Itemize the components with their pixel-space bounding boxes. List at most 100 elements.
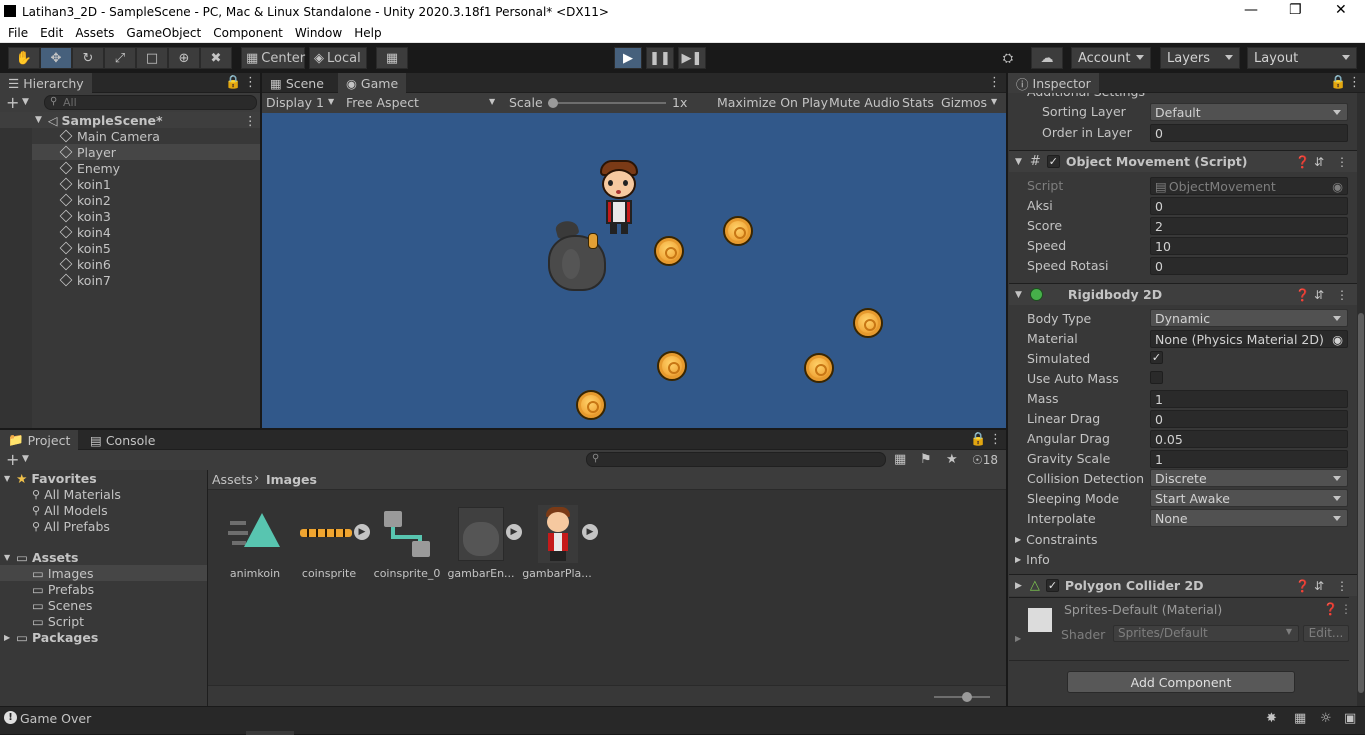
material-field[interactable]: None (Physics Material 2D) ◉ <box>1150 330 1348 348</box>
favorite-all-materials[interactable]: ⚲ All Materials <box>32 486 202 502</box>
kebab-menu-icon[interactable]: ⋮ <box>989 432 1002 447</box>
hidden-packages-toggle[interactable]: ☉18 <box>972 453 998 467</box>
pivot-local-button[interactable]: ◈ Local <box>309 47 367 69</box>
foldout-arrow-icon[interactable]: ▼ <box>1015 157 1022 167</box>
simulated-checkbox[interactable]: ✓ <box>1150 351 1163 364</box>
object-movement-header[interactable]: ▼ # ✓ Object Movement (Script) ❓ ⇵ ⋮ <box>1009 150 1357 172</box>
tab-hierarchy[interactable]: ☰ Hierarchy <box>0 73 92 93</box>
add-dropdown-icon[interactable]: ▼ <box>22 97 29 107</box>
speed-rotasi-field[interactable]: 0 <box>1150 257 1348 275</box>
pivot-center-button[interactable]: ▦ Center <box>241 47 305 69</box>
favorites-section[interactable]: ▼ ★ Favorites <box>4 470 204 486</box>
body-type-dropdown[interactable]: Dynamic <box>1150 309 1348 327</box>
scale-tool-icon[interactable]: ⤢ <box>104 47 136 69</box>
order-in-layer-field[interactable]: 0 <box>1150 124 1348 142</box>
step-button[interactable]: ▶❚ <box>678 47 706 69</box>
use-auto-mass-checkbox[interactable] <box>1150 371 1163 384</box>
menu-component[interactable]: Component <box>207 26 289 40</box>
lock-icon[interactable]: 🔒 <box>1330 75 1346 90</box>
breadcrumb-assets[interactable]: Assets <box>212 472 253 487</box>
game-canvas[interactable] <box>262 113 1006 428</box>
gizmos-toggle[interactable]: Gizmos <box>941 95 987 110</box>
layers-dropdown[interactable]: Layers <box>1160 47 1240 69</box>
expand-sprite-icon[interactable]: ▶ <box>354 524 370 540</box>
hierarchy-item-koin5[interactable]: koin5 <box>59 240 260 256</box>
menu-edit[interactable]: Edit <box>34 26 69 40</box>
breadcrumb-images[interactable]: Images <box>266 472 317 487</box>
sorting-layer-dropdown[interactable]: Default <box>1150 103 1348 121</box>
help-icon[interactable]: ❓ <box>1323 602 1338 616</box>
help-icon[interactable]: ❓ <box>1295 579 1310 593</box>
constraints-foldout[interactable]: ▶ Constraints <box>1015 531 1215 547</box>
icon-size-slider-thumb[interactable] <box>962 692 972 702</box>
add-icon[interactable]: + <box>6 450 19 469</box>
presets-icon[interactable]: ⇵ <box>1314 155 1324 169</box>
tab-scene[interactable]: ▦ Scene <box>262 73 332 93</box>
kebab-menu-icon[interactable]: ⋮ <box>1348 75 1361 90</box>
filter-type-icon[interactable]: ▦ <box>894 452 906 467</box>
component-menu-icon[interactable]: ⋮ <box>1336 288 1348 302</box>
add-component-button[interactable]: Add Component <box>1067 671 1295 693</box>
favorite-all-models[interactable]: ⚲ All Models <box>32 502 202 518</box>
mute-audio-toggle[interactable]: Mute Audio <box>829 95 900 110</box>
add-dropdown-icon[interactable]: ▼ <box>22 454 29 464</box>
minimize-icon[interactable]: — <box>1244 2 1258 18</box>
polygon-collider-header[interactable]: ▶ △ ✓ Polygon Collider 2D ❓ ⇵ ⋮ <box>1009 574 1357 596</box>
hierarchy-item-koin2[interactable]: koin2 <box>59 192 260 208</box>
menu-gameobject[interactable]: GameObject <box>120 26 207 40</box>
folder-images[interactable]: ▭ Images <box>0 565 207 581</box>
component-enabled-checkbox[interactable]: ✓ <box>1046 155 1060 168</box>
auto-generate-lighting-icon[interactable]: ☼ <box>1320 711 1332 726</box>
tab-game[interactable]: ◉ Game <box>338 73 407 93</box>
menu-help[interactable]: Help <box>348 26 387 40</box>
presets-icon[interactable]: ⇵ <box>1314 579 1324 593</box>
menu-file[interactable]: File <box>0 26 34 40</box>
hierarchy-item-enemy[interactable]: Enemy <box>59 160 260 176</box>
inspector-scrollbar[interactable] <box>1357 93 1365 706</box>
rect-tool-icon[interactable]: □ <box>136 47 168 69</box>
hierarchy-item-main-camera[interactable]: Main Camera <box>59 128 260 144</box>
angular-drag-field[interactable]: 0.05 <box>1150 430 1348 448</box>
close-icon[interactable]: ✕ <box>1335 2 1347 18</box>
hierarchy-item-koin4[interactable]: koin4 <box>59 224 260 240</box>
packages-folder[interactable]: ▶ ▭ Packages <box>4 629 204 645</box>
sleeping-mode-dropdown[interactable]: Start Awake <box>1150 489 1348 507</box>
status-message[interactable]: Game Over <box>20 711 91 726</box>
menu-assets[interactable]: Assets <box>69 26 120 40</box>
favorite-star-icon[interactable]: ★ <box>946 452 958 467</box>
add-icon[interactable]: + <box>6 93 19 112</box>
gizmos-dropdown-icon[interactable]: ▼ <box>991 97 997 106</box>
expand-arrow-icon[interactable]: ▼ <box>4 474 10 483</box>
hierarchy-search-input[interactable]: ⚲ All <box>44 95 257 110</box>
info-foldout[interactable]: ▶ Info <box>1015 551 1215 567</box>
object-picker-icon[interactable]: ◉ <box>1332 179 1343 194</box>
foldout-arrow-icon[interactable]: ▶ <box>1015 634 1021 643</box>
component-menu-icon[interactable]: ⋮ <box>1340 602 1352 616</box>
hierarchy-item-koin6[interactable]: koin6 <box>59 256 260 272</box>
assets-folder[interactable]: ▼ ▭ Assets <box>4 549 204 565</box>
tab-project[interactable]: 📁 Project <box>0 430 79 450</box>
rigidbody-header[interactable]: ▼ Rigidbody 2D ❓ ⇵ ⋮ <box>1009 283 1357 305</box>
expand-arrow-icon[interactable]: ▼ <box>4 553 10 562</box>
expand-sprite-icon[interactable]: ▶ <box>506 524 522 540</box>
hierarchy-item-player[interactable]: Player <box>32 144 260 160</box>
inspector-scrollbar-thumb[interactable] <box>1358 313 1364 693</box>
cache-server-icon[interactable]: ▦ <box>1294 711 1306 726</box>
expand-sprite-icon[interactable]: ▶ <box>582 524 598 540</box>
help-icon[interactable]: ❓ <box>1295 155 1310 169</box>
icon-size-slider[interactable] <box>934 692 990 702</box>
grid-snap-icon[interactable]: ▦ <box>376 47 408 69</box>
score-field[interactable]: 2 <box>1150 217 1348 235</box>
hierarchy-item-koin7[interactable]: koin7 <box>59 272 260 288</box>
foldout-arrow-icon[interactable]: ▼ <box>1015 290 1022 300</box>
maximize-on-play-toggle[interactable]: Maximize On Play <box>717 95 828 110</box>
object-picker-icon[interactable]: ◉ <box>1332 332 1343 347</box>
scene-menu-icon[interactable]: ⋮ <box>244 113 257 128</box>
play-button[interactable]: ▶ <box>614 47 642 69</box>
gravity-scale-field[interactable]: 1 <box>1150 450 1348 468</box>
folder-prefabs[interactable]: ▭ Prefabs <box>32 581 202 597</box>
component-menu-icon[interactable]: ⋮ <box>1336 155 1348 169</box>
kebab-menu-icon[interactable]: ⋮ <box>244 75 257 90</box>
hierarchy-item-koin3[interactable]: koin3 <box>59 208 260 224</box>
filter-label-icon[interactable]: ⚑ <box>920 452 932 467</box>
